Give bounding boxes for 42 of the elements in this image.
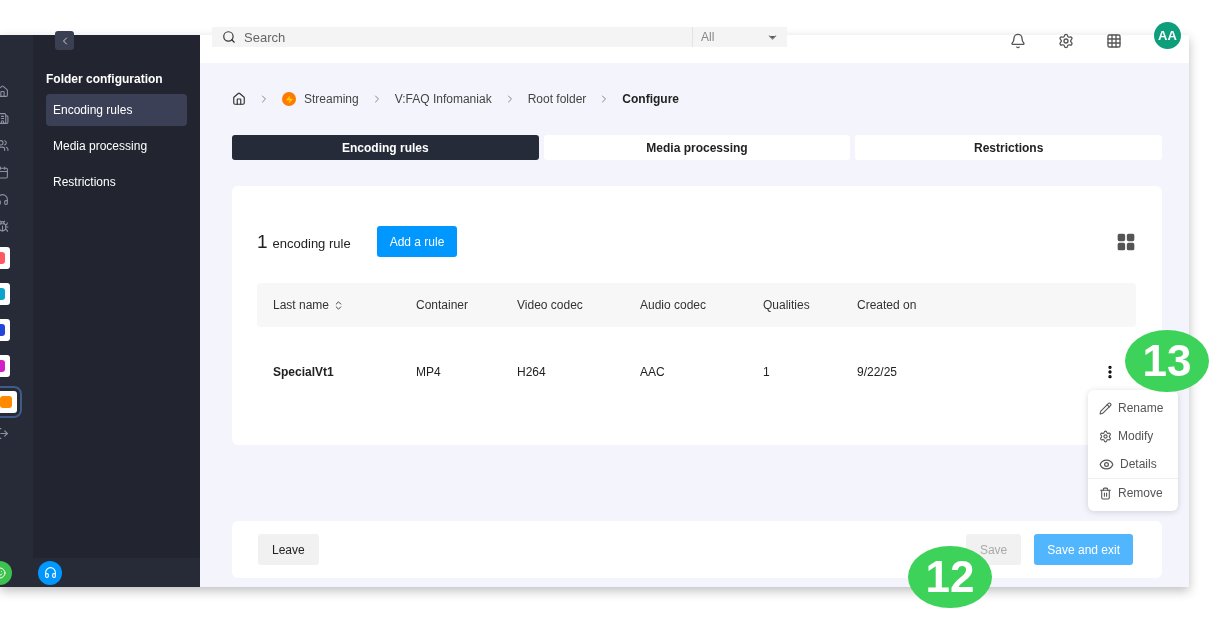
column-header: Qualities — [763, 298, 811, 312]
column-header: Container — [416, 298, 470, 312]
tab[interactable]: Media processing — [543, 135, 851, 160]
column-header: Created on — [857, 298, 918, 312]
sidebar-item[interactable]: Encoding rules — [46, 94, 187, 126]
column-header: Video codec — [517, 298, 584, 312]
headset-icon[interactable] — [38, 560, 62, 585]
eye-icon — [1099, 456, 1114, 472]
bolt-icon — [282, 92, 296, 106]
breadcrumb-link[interactable]: Streaming — [304, 92, 359, 106]
table-cell-text: SpecialVt1 — [273, 365, 335, 379]
tab[interactable]: Restrictions — [855, 135, 1162, 160]
rule-count: 1 encoding rule — [257, 230, 351, 253]
home-icon[interactable] — [232, 92, 246, 106]
menu-item[interactable]: Remove — [1088, 479, 1178, 507]
leave-button[interactable]: Leave — [258, 534, 319, 565]
apps-grid-icon[interactable] — [1106, 32, 1122, 49]
sidebar-item[interactable]: Restrictions — [46, 166, 187, 198]
pencil-icon — [1099, 401, 1112, 415]
sidebar-title: Folder configuration — [46, 72, 164, 86]
gear-icon — [1099, 429, 1112, 443]
table-cell-text: 9/22/25 — [857, 365, 899, 379]
grid-view-icon[interactable] — [1116, 231, 1136, 252]
menu-item[interactable]: Rename — [1088, 394, 1178, 422]
column-header: Audio codec — [640, 298, 708, 312]
tab[interactable]: Encoding rules — [232, 135, 539, 160]
table-cell-text: H264 — [517, 365, 547, 379]
settings-icon[interactable] — [1058, 32, 1074, 49]
breadcrumb-link[interactable]: Root folder — [527, 92, 587, 106]
sidebar-item[interactable]: Media processing — [46, 130, 187, 162]
breadcrumb-link[interactable]: Configure — [622, 92, 679, 106]
bell-icon[interactable] — [1010, 32, 1026, 49]
column-header[interactable]: Last name — [273, 298, 330, 312]
search-icon — [222, 30, 236, 44]
table-cell-text: 1 — [763, 365, 771, 379]
menu-item[interactable]: Modify — [1088, 422, 1178, 450]
menu-item[interactable]: Details — [1088, 450, 1178, 478]
table-cell-text: MP4 — [416, 365, 442, 379]
collapse-button[interactable] — [55, 31, 74, 50]
trash-icon — [1099, 486, 1112, 500]
table-cell-text: AAC — [640, 365, 666, 379]
breadcrumb-link[interactable]: V:FAQ Infomaniak — [394, 92, 492, 106]
